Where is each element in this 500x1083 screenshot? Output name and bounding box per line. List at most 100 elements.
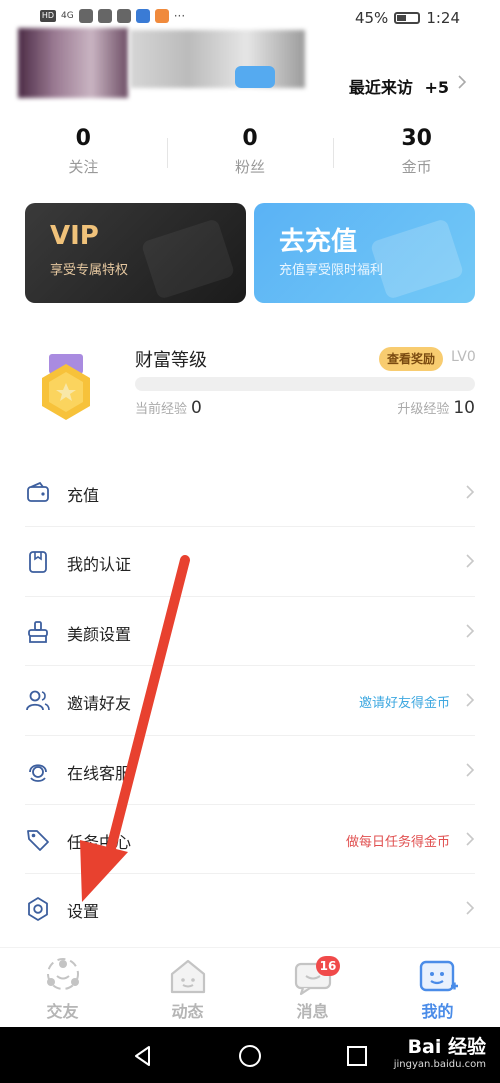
stat-label: 关注 <box>68 158 99 176</box>
wealth-medal-icon <box>42 354 90 420</box>
menu-item-hint: 做每日任务得金币 <box>345 834 450 850</box>
customer-service-icon <box>29 763 47 782</box>
avatar[interactable] <box>18 28 128 98</box>
tab-me[interactable]: 我的 <box>375 948 500 1027</box>
stat-coins[interactable]: 30 金币 <box>333 122 500 188</box>
signal-icon <box>78 9 93 23</box>
stat-value: 0 <box>242 126 258 151</box>
network-label: 4G <box>61 11 74 21</box>
chevron-right-icon <box>458 75 467 89</box>
menu-item-settings[interactable]: 设置 <box>25 874 475 943</box>
app-notification-icon <box>154 9 169 23</box>
status-icons-left: HD 4G ··· <box>40 9 185 23</box>
battery-icon <box>394 12 421 24</box>
wealth-level-title: 财富等级 <box>135 350 207 371</box>
upgrade-exp: 升级经验 10 <box>397 398 475 418</box>
invite-friends-icon <box>26 690 50 711</box>
recharge-card-decoration <box>369 218 465 300</box>
gear-icon <box>28 897 48 922</box>
watermark-main: Bai 经验 <box>407 1036 486 1058</box>
more-notifications-icon: ··· <box>173 9 186 23</box>
menu-item-label: 设置 <box>67 902 100 922</box>
stat-value: 30 <box>401 126 432 151</box>
upgrade-exp-value: 10 <box>453 398 475 418</box>
tab-label: 动态 <box>171 1002 204 1021</box>
clock: 1:24 <box>426 9 460 27</box>
wealth-level-value: LV0 <box>451 349 476 365</box>
settings-menu: 充值 我的认证 美颜设置 邀请好友 邀请好友得金币 在线客服 任务中心 做每日任… <box>25 458 475 944</box>
tab-friends[interactable]: 交友 <box>0 948 125 1027</box>
menu-item-label: 美颜设置 <box>67 624 132 644</box>
unread-badge: 16 <box>316 956 340 976</box>
menu-item-invite-friends[interactable]: 邀请好友 邀请好友得金币 <box>25 666 475 736</box>
chevron-right-icon <box>466 762 475 777</box>
stats-row: 0 关注 0 粉丝 30 金币 <box>0 122 500 188</box>
task-tag-icon <box>27 830 49 851</box>
recharge-card[interactable]: 去充值 充值享受限时福利 <box>254 203 475 303</box>
chevron-right-icon <box>466 832 475 846</box>
menu-item-label: 在线客服 <box>67 763 132 783</box>
recharge-card-title: 去充值 <box>279 227 358 257</box>
chevron-right-icon <box>466 901 475 915</box>
menu-item-recharge[interactable]: 充值 <box>25 458 475 528</box>
stat-label: 金币 <box>401 158 432 176</box>
stat-value: 0 <box>75 126 91 151</box>
vip-card-subtitle: 享受专属特权 <box>50 263 129 278</box>
system-nav-bar: Bai 经验 jingyan.baidu.com <box>0 1027 500 1083</box>
stat-fans[interactable]: 0 粉丝 <box>166 122 334 188</box>
tab-moments[interactable]: 动态 <box>125 948 250 1027</box>
current-exp-value: 0 <box>191 398 202 418</box>
chevron-right-icon <box>466 554 475 568</box>
chevron-right-icon <box>466 485 475 499</box>
chevron-right-icon <box>466 624 475 638</box>
view-reward-button[interactable]: 查看奖励 <box>379 347 443 371</box>
moments-tab-icon <box>170 959 205 994</box>
stat-label: 粉丝 <box>235 158 266 176</box>
wifi-icon <box>97 9 112 23</box>
upgrade-exp-label: 升级经验 <box>397 402 450 417</box>
bottom-tab-bar: 交友 动态 16 消息 我的 <box>0 947 500 1027</box>
vip-card-decoration <box>140 218 236 300</box>
app-notification-icon <box>116 9 131 23</box>
tab-label: 交友 <box>46 1002 79 1021</box>
wallet-icon <box>27 481 49 502</box>
recent-visits[interactable]: 最近来访 +5 <box>349 74 467 98</box>
tab-label: 消息 <box>296 1002 329 1021</box>
username-blurred <box>130 30 305 88</box>
current-exp: 当前经验 0 <box>135 398 202 418</box>
menu-item-label: 我的认证 <box>67 555 132 575</box>
profile-tab-icon <box>419 960 458 992</box>
menu-item-customer-service[interactable]: 在线客服 <box>25 736 475 805</box>
menu-item-task-center[interactable]: 任务中心 做每日任务得金币 <box>25 805 475 875</box>
baidu-watermark: Bai 经验 jingyan.baidu.com <box>394 1035 486 1071</box>
chevron-right-icon <box>466 693 475 707</box>
hd-icon: HD <box>40 10 56 22</box>
recharge-card-subtitle: 充值享受限时福利 <box>279 263 384 278</box>
tab-messages[interactable]: 16 消息 <box>250 948 375 1027</box>
tab-label: 我的 <box>421 1002 454 1021</box>
app-notification-icon <box>135 9 150 23</box>
watermark-sub: jingyan.baidu.com <box>393 1059 486 1070</box>
wealth-progress-bar <box>135 377 475 391</box>
menu-item-label: 邀请好友 <box>67 694 132 714</box>
battery-percent: 45% <box>354 9 389 27</box>
status-icons-right: 45% 1:24 <box>355 9 460 27</box>
vip-card[interactable]: VIP 享受专属特权 <box>25 203 246 303</box>
recent-visits-label: 最近来访 <box>348 78 413 97</box>
level-badge <box>235 66 275 88</box>
menu-item-hint: 邀请好友得金币 <box>358 696 450 712</box>
vip-card-title: VIP <box>50 221 99 251</box>
back-icon[interactable] <box>130 1043 156 1069</box>
friends-tab-icon <box>46 958 79 990</box>
menu-item-label: 充值 <box>67 486 100 505</box>
menu-item-beauty-settings[interactable]: 美颜设置 <box>25 597 475 667</box>
beauty-brush-icon <box>28 620 48 643</box>
menu-item-verification[interactable]: 我的认证 <box>25 527 475 597</box>
stat-following[interactable]: 0 关注 <box>0 122 167 188</box>
id-badge-icon <box>29 551 47 574</box>
recent-visits-count: +5 <box>424 78 449 97</box>
current-exp-label: 当前经验 <box>135 402 188 417</box>
recents-icon[interactable] <box>344 1043 370 1069</box>
home-icon[interactable] <box>237 1043 263 1069</box>
menu-item-label: 任务中心 <box>67 832 132 852</box>
